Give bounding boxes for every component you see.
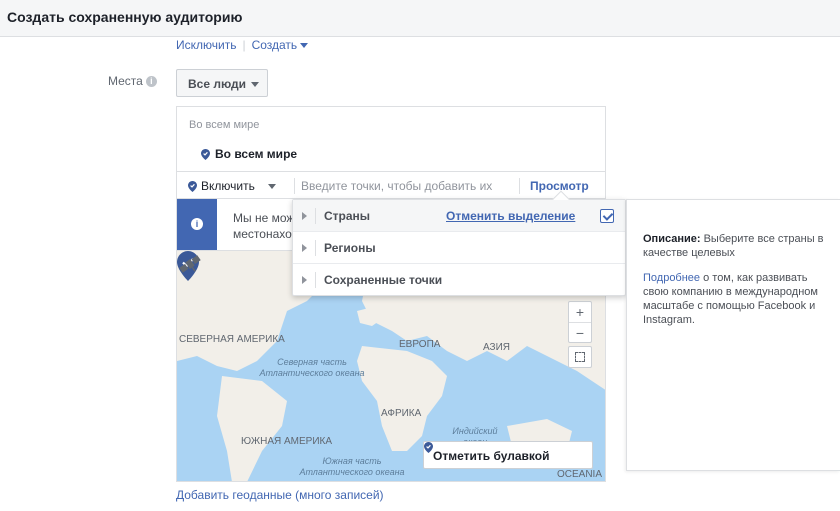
chevron-down-icon [300,43,309,49]
map-label-oceania: OCEANIA [557,469,603,480]
page-title: Создать сохраненную аудиторию [7,9,243,25]
places-label-row: Места i [108,74,157,88]
audience-type-select[interactable]: Все люди [176,69,268,97]
divider [294,178,295,194]
description-more: Подробнее о том, как развивать свою комп… [643,271,833,327]
divider [177,171,605,172]
location-search-input[interactable] [301,177,511,195]
expand-triangle-icon[interactable] [302,244,307,252]
places-label: Места [108,74,143,88]
map-label-africa: АФРИКА [381,408,422,419]
drop-pin-label: Отметить булавкой [433,449,550,463]
top-links: Исключить | Создать [176,38,309,52]
add-geodata-link[interactable]: Добавить геоданные (много записей) [176,488,384,502]
location-group-title: Во всем мире [189,119,260,131]
description-text: Описание: Выберите все страны в качестве… [643,232,833,260]
divider [315,272,316,288]
chevron-down-icon [251,82,259,87]
location-pin-icon [201,149,210,161]
satellite-icon[interactable] [177,251,203,277]
dropdown-row-saved-points[interactable]: Сохраненные точки [293,264,625,296]
include-label: Включить [201,179,255,193]
fit-bounds-icon [575,352,585,362]
chevron-down-icon [267,184,276,190]
divider [315,240,316,256]
link-divider: | [242,38,246,52]
drop-pin-button[interactable]: Отметить булавкой [423,441,593,469]
zoom-in-button[interactable]: + [569,302,591,322]
exclude-link[interactable]: Исключить [176,38,236,52]
selected-location-label: Во всем мире [215,147,298,161]
fit-bounds-button[interactable] [568,346,592,368]
location-pin-icon [188,181,197,193]
dropdown-row-label: Страны [324,209,371,223]
zoom-out-button[interactable]: − [569,322,591,342]
create-dropdown-link[interactable]: Создать [252,38,309,52]
map-label-south-america: ЮЖНАЯ АМЕРИКА [241,436,333,447]
dropdown-row-regions[interactable]: Регионы [293,232,625,264]
divider [519,178,520,194]
deselect-link[interactable]: Отменить выделение [446,209,575,223]
learn-more-link[interactable]: Подробнее [643,272,700,284]
info-icon: i [191,218,203,230]
info-icon[interactable]: i [145,76,157,88]
description-panel: Описание: Выберите все страны в качестве… [626,199,840,471]
zoom-control: + − [568,301,592,343]
location-pin-icon [424,442,433,453]
audience-type-value: Все люди [188,77,247,91]
map-label-europe: ЕВРОПА [399,339,441,350]
location-type-dropdown: Страны Отменить выделение Регионы Сохран… [292,190,626,296]
create-link-label: Создать [251,38,298,52]
map-label-north-america: СЕВЕРНАЯ АМЕРИКА [179,334,285,345]
countries-checkbox[interactable] [600,209,614,223]
dropdown-row-label: Регионы [324,241,376,255]
dropdown-row-label: Сохраненные точки [324,273,443,287]
map-label-south-atlantic: Южная часть Атлантического океана [299,456,405,477]
expand-triangle-icon[interactable] [302,276,307,284]
notice-icon-box: i [177,199,217,250]
expand-triangle-icon[interactable] [302,212,307,220]
divider [315,208,316,224]
include-dropdown[interactable]: Включить [188,179,276,193]
dropdown-row-countries[interactable]: Страны Отменить выделение [293,200,625,232]
description-title: Описание: [643,233,701,245]
selected-location: Во всем мире [201,147,297,161]
page-header: Создать сохраненную аудиторию [0,0,840,37]
map-label-north-atlantic: Северная часть Атлантического океана [259,357,365,378]
locations-box: Во всем мире Во всем мире Включить Просм… [176,106,606,199]
map-label-asia: АЗИЯ [483,342,511,353]
